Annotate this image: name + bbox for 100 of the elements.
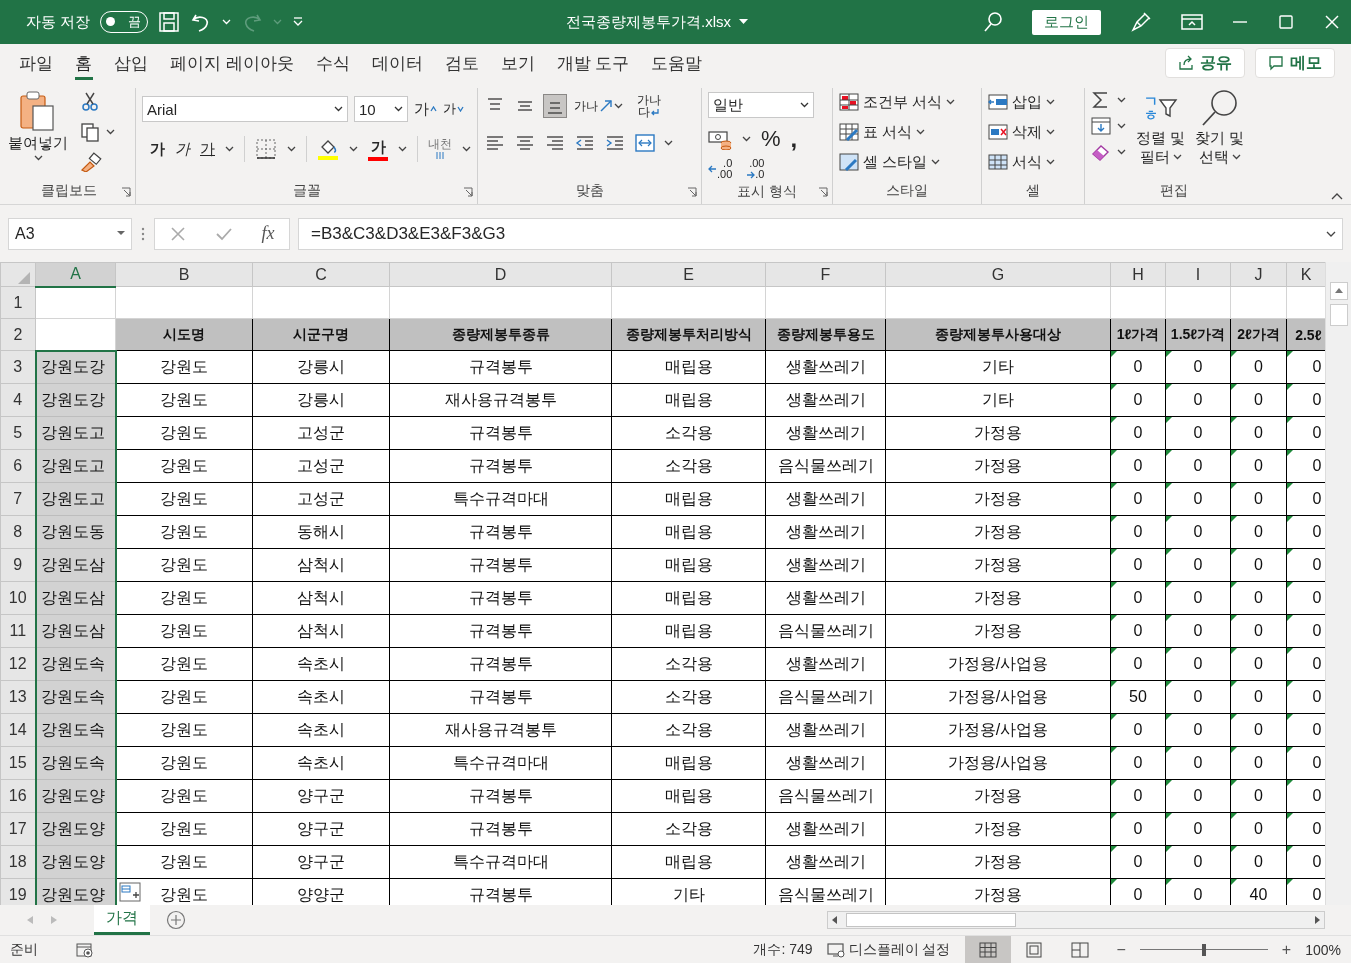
bold-button[interactable]: 가	[150, 139, 165, 159]
accounting-icon[interactable]	[708, 128, 732, 150]
caret-icon[interactable]	[287, 146, 296, 152]
display-settings-button[interactable]: 디스플레이 설정	[826, 940, 951, 959]
row-header[interactable]: 14	[0, 713, 36, 747]
row-header[interactable]: 3	[0, 350, 36, 384]
close-icon[interactable]	[1323, 13, 1341, 31]
slider-thumb[interactable]	[1201, 943, 1206, 956]
italic-button[interactable]: 가	[175, 139, 190, 159]
row-header[interactable]: 2	[0, 318, 36, 351]
column-header[interactable]: I	[1165, 262, 1231, 287]
comma-button[interactable]: ,	[790, 129, 798, 149]
fill-down-icon[interactable]	[1091, 116, 1111, 136]
search-icon[interactable]	[982, 11, 1004, 33]
copy-icon[interactable]	[80, 122, 100, 142]
column-header[interactable]: B	[115, 262, 253, 287]
formula-field[interactable]: =B3&C3&D3&E3&F3&G3	[298, 217, 1343, 250]
menu-tab[interactable]: 도움말	[640, 44, 714, 82]
percent-button[interactable]: %	[761, 126, 781, 152]
customize-icon[interactable]	[292, 16, 305, 28]
collapse-ribbon-icon[interactable]	[1331, 192, 1343, 200]
zoom-out-button[interactable]: −	[1116, 940, 1126, 959]
row-header[interactable]: 11	[0, 614, 36, 648]
shrink-font-button[interactable]: 가	[443, 100, 464, 118]
caret-icon[interactable]	[1117, 149, 1126, 155]
increase-decimal-button[interactable]: .0 .00	[708, 158, 733, 180]
row-header[interactable]: 1	[0, 286, 36, 319]
number-format-field[interactable]: 일반	[708, 92, 814, 118]
column-header[interactable]: G	[885, 262, 1111, 287]
paste-button[interactable]: 붙여넣기	[8, 88, 68, 161]
column-header[interactable]: F	[765, 262, 886, 287]
cells-menu-button[interactable]: 삽입	[988, 90, 1055, 114]
caret-icon[interactable]	[742, 136, 751, 142]
style-menu-button[interactable]: 표 서식	[839, 120, 956, 144]
row-header[interactable]: 13	[0, 680, 36, 714]
row-header[interactable]: 7	[0, 482, 36, 516]
scroll-thumb[interactable]	[846, 913, 1016, 927]
column-header[interactable]: E	[611, 262, 766, 287]
align-bottom-icon[interactable]	[544, 95, 566, 117]
scroll-thumb[interactable]	[1329, 304, 1348, 326]
view-button[interactable]	[964, 936, 1011, 963]
wrap-text-button[interactable]: 가나 다	[637, 94, 661, 118]
font-name-field[interactable]: Arial	[142, 96, 348, 122]
phonetic-button[interactable]: 내천	[428, 138, 452, 160]
style-menu-button[interactable]: 조건부 서식	[839, 90, 956, 114]
caret-icon[interactable]	[462, 146, 471, 152]
cells-menu-button[interactable]: 삭제	[988, 120, 1055, 144]
share-button[interactable]: 공유	[1165, 48, 1245, 78]
sheet-tab[interactable]: 가격	[94, 905, 150, 935]
memo-button[interactable]: 메모	[1255, 48, 1335, 78]
name-box[interactable]: A3	[8, 217, 132, 250]
scissors-icon[interactable]	[80, 92, 100, 112]
launcher-icon[interactable]	[818, 187, 828, 197]
ribbon-display-icon[interactable]	[1181, 13, 1203, 31]
row-header[interactable]: 5	[0, 416, 36, 450]
row-header[interactable]: 4	[0, 383, 36, 417]
zoom-level-text[interactable]: 100%	[1305, 941, 1341, 958]
merge-cells-icon[interactable]	[634, 132, 656, 154]
style-menu-button[interactable]: 셀 스타일	[839, 150, 956, 174]
row-header[interactable]: 16	[0, 779, 36, 813]
font-color-button[interactable]: 가	[368, 137, 388, 161]
row-header[interactable]: 12	[0, 647, 36, 681]
insert-function-button[interactable]: fx	[261, 223, 275, 244]
decrease-decimal-button[interactable]: .00 .0	[746, 158, 765, 180]
grow-font-button[interactable]: 가	[414, 99, 437, 119]
menu-tab[interactable]: 데이터	[360, 44, 434, 82]
menu-tab[interactable]: 삽입	[103, 44, 159, 82]
caret-icon[interactable]	[106, 129, 115, 135]
brush-icon[interactable]	[80, 152, 102, 172]
cells-menu-button[interactable]: 서식	[988, 150, 1055, 174]
borders-icon[interactable]	[255, 138, 277, 160]
sort-filter-button[interactable]: ㄱ ㅎ 정렬 및 필터	[1136, 88, 1186, 166]
drag-handle-icon[interactable]	[140, 225, 146, 242]
caret-icon[interactable]	[1117, 97, 1126, 103]
caret-icon[interactable]	[349, 146, 358, 152]
row-header[interactable]: 8	[0, 515, 36, 549]
caret-icon[interactable]	[225, 146, 234, 152]
menu-tab[interactable]: 개발 도구	[545, 44, 641, 82]
launcher-icon[interactable]	[463, 187, 473, 197]
launcher-icon[interactable]	[687, 187, 697, 197]
login-button[interactable]: 로그인	[1032, 9, 1101, 35]
save-icon[interactable]	[158, 11, 181, 33]
row-header[interactable]: 6	[0, 449, 36, 483]
menu-tab[interactable]: 보기	[489, 44, 546, 82]
orientation-button[interactable]: 가나	[574, 97, 623, 115]
pen-icon[interactable]	[1129, 10, 1153, 34]
eraser-icon[interactable]	[1091, 142, 1111, 162]
menu-tab[interactable]: 검토	[433, 44, 490, 82]
menu-tab[interactable]: 수식	[304, 44, 361, 82]
menu-tab[interactable]: 홈	[64, 44, 103, 82]
column-header[interactable]: C	[252, 262, 390, 287]
scroll-up-icon[interactable]	[1329, 282, 1348, 300]
column-header[interactable]: D	[389, 262, 612, 287]
font-size-field[interactable]: 10	[354, 96, 408, 122]
column-header[interactable]: K	[1286, 262, 1325, 287]
column-header[interactable]: J	[1230, 262, 1287, 287]
macro-record-icon[interactable]	[76, 941, 94, 958]
maximize-icon[interactable]	[1277, 13, 1295, 31]
caret-icon[interactable]	[1117, 123, 1126, 129]
row-header[interactable]: 15	[0, 746, 36, 780]
